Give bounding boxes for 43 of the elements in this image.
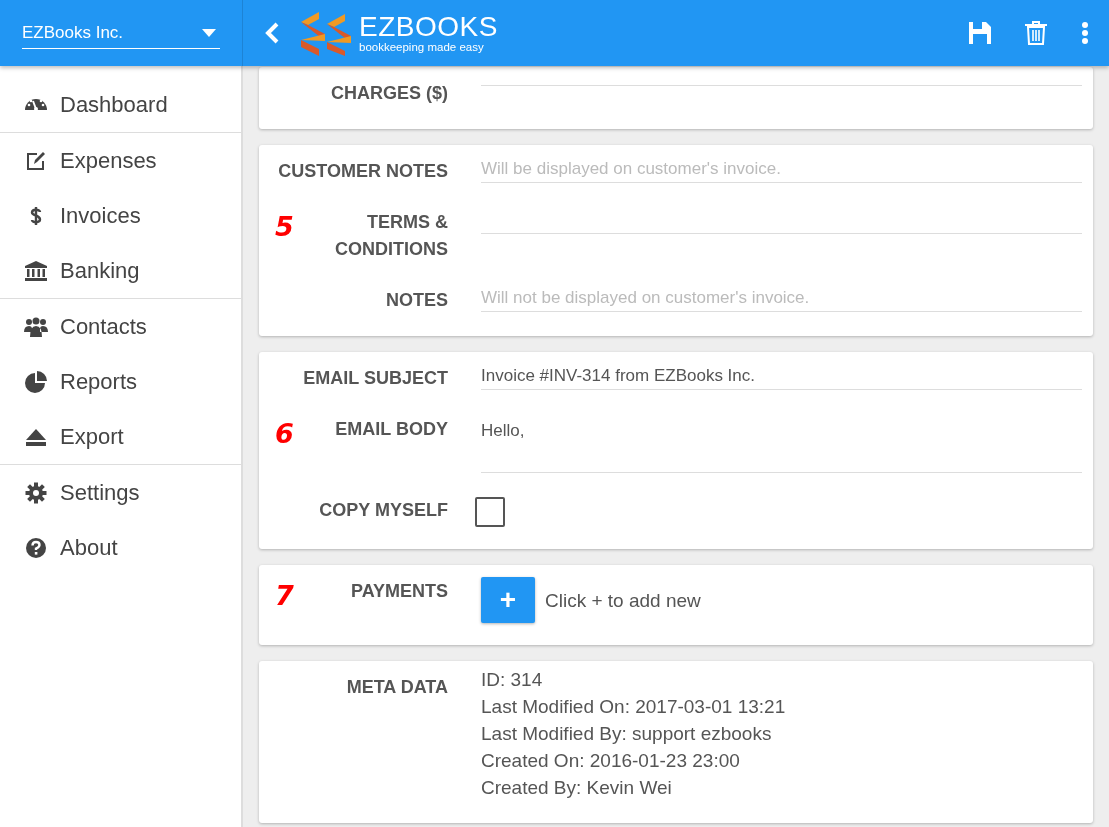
field-label: TERMS & CONDITIONS [335, 212, 448, 259]
field-label: PAYMENTS [350, 581, 448, 601]
sidebar-item[interactable]: Reports [0, 354, 241, 409]
bank-icon [24, 258, 48, 283]
sidebar-item[interactable]: Contacts [0, 299, 241, 354]
logo-name: EZBOOKS [359, 12, 498, 41]
more-icon[interactable] [1081, 22, 1089, 44]
hint-text: Click + to add new [545, 589, 701, 612]
caret-icon [202, 29, 216, 37]
meta-line: ID: 314 [481, 668, 544, 692]
logo-icon [301, 10, 351, 56]
meta-line: Created By: Kevin Wei [481, 776, 673, 800]
checkbox[interactable] [475, 497, 505, 527]
sidebar-item[interactable]: Export [0, 409, 241, 464]
save-icon[interactable] [969, 21, 991, 45]
delete-icon[interactable] [1025, 21, 1047, 45]
meta-line: Last Modified On: 2017-03-01 13:21 [481, 695, 786, 719]
field-label: EMAIL BODY [335, 419, 448, 439]
annotation-number: 7 [275, 582, 294, 609]
field-label: CHARGES ($) [331, 83, 448, 103]
sidebar-item[interactable]: Dashboard [0, 77, 241, 132]
sidebar-item[interactable]: Expenses [0, 133, 241, 188]
pie-chart-icon [24, 369, 48, 394]
input-field[interactable]: Invoice #INV-314 from EZBooks Inc. [481, 365, 1082, 390]
field-label: EMAIL SUBJECT [303, 368, 448, 388]
annotation-number: 6 [275, 420, 294, 447]
help-icon [24, 535, 48, 560]
sidebar-item[interactable]: Settings [0, 465, 241, 520]
meta-line: Created On: 2016-01-23 23:00 [481, 749, 741, 773]
gauge-icon [24, 98, 48, 111]
field-label: NOTES [386, 290, 448, 310]
field-label: CUSTOMER NOTES [278, 161, 448, 181]
field-label: COPY MYSELF [319, 500, 448, 520]
annotation-number: 5 [275, 213, 294, 240]
sidebar-item[interactable]: Invoices [0, 188, 241, 243]
settings-icon [24, 480, 48, 505]
field-label: META DATA [346, 677, 448, 697]
sidebar-item[interactable]: About [0, 520, 241, 575]
sidebar-item[interactable]: Banking [0, 243, 241, 298]
meta-line: Last Modified By: support ezbooks [481, 722, 773, 746]
text-area[interactable]: Hello, [481, 416, 1082, 473]
logo-tagline: bookkeeping made easy [359, 40, 485, 54]
back-icon[interactable] [263, 22, 281, 44]
